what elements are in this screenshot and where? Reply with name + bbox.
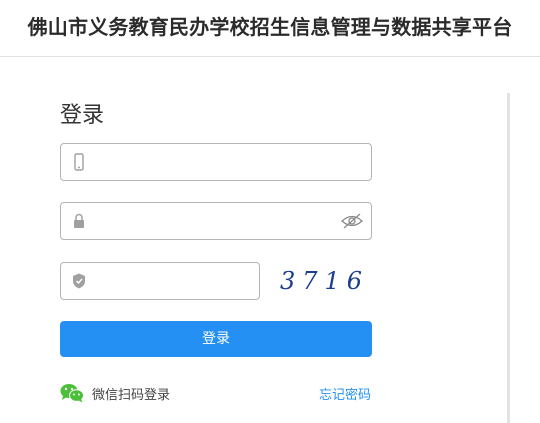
- password-field[interactable]: [60, 202, 372, 240]
- lock-icon: [74, 213, 84, 228]
- phone-field[interactable]: [60, 143, 372, 181]
- captcha-input[interactable]: [93, 263, 223, 299]
- wechat-login-link[interactable]: 微信扫码登录: [60, 382, 170, 404]
- top-header: 佛山市义务教育民办学校招生信息管理与数据共享平台: [0, 0, 540, 57]
- captcha-field[interactable]: [60, 262, 260, 300]
- password-input[interactable]: [93, 203, 335, 239]
- captcha-image[interactable]: 3716: [280, 263, 372, 299]
- eye-hidden-icon[interactable]: [341, 213, 363, 229]
- login-title: 登录: [60, 103, 105, 128]
- login-panel: 登录 3716 登录 微信扫码登录 忘记密码: [0, 57, 540, 423]
- forgot-password-link[interactable]: 忘记密码: [319, 384, 371, 403]
- login-button[interactable]: 登录: [60, 321, 372, 357]
- wechat-icon: [60, 384, 84, 403]
- vertical-divider: [507, 93, 510, 423]
- site-title: 佛山市义务教育民办学校招生信息管理与数据共享平台: [27, 15, 513, 39]
- phone-input[interactable]: [93, 144, 335, 180]
- wechat-login-label: 微信扫码登录: [92, 387, 171, 403]
- phone-icon: [74, 153, 84, 171]
- shield-icon: [73, 273, 85, 289]
